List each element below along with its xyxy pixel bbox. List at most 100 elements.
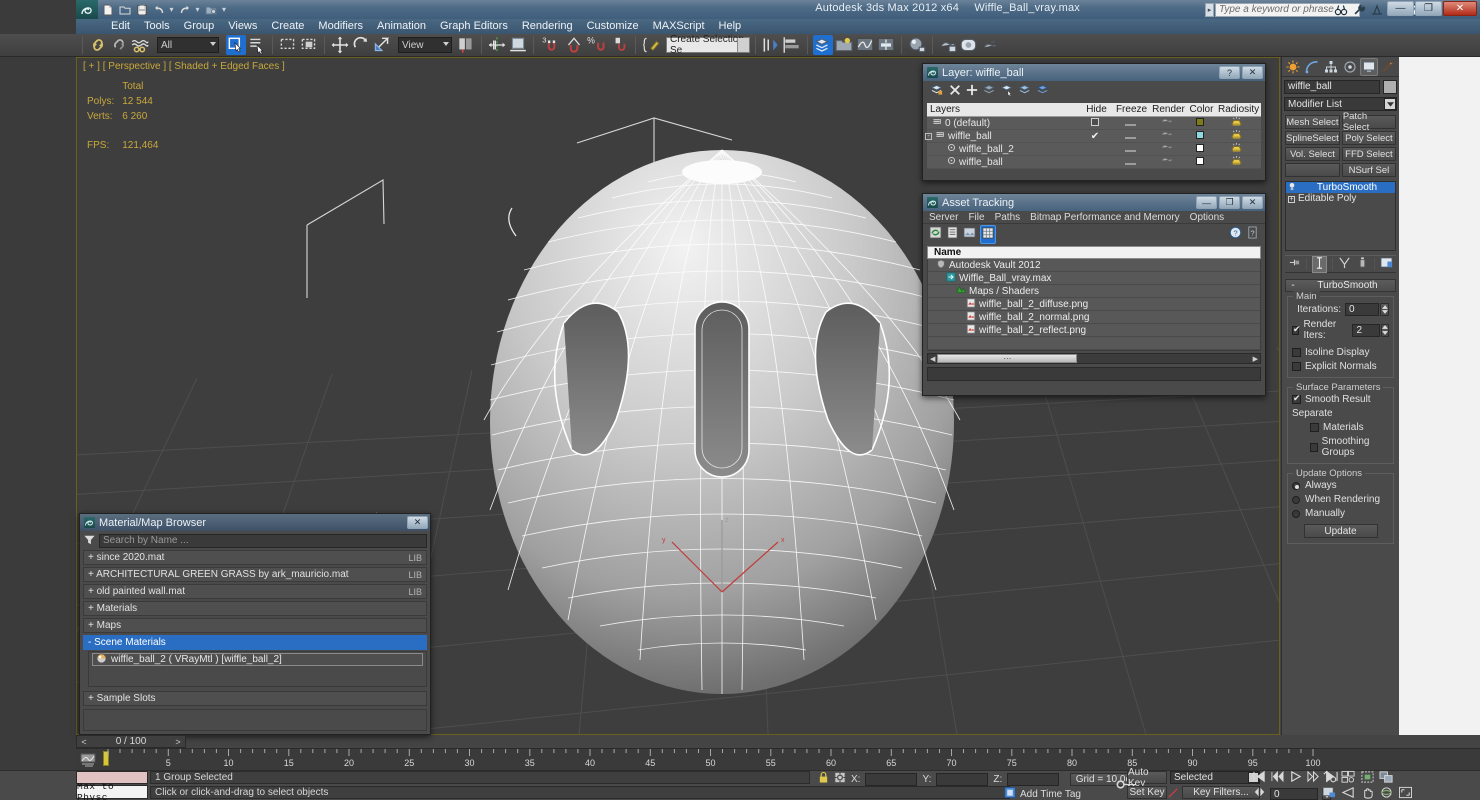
subscription-icon[interactable] <box>1370 2 1384 17</box>
make-unique-icon[interactable] <box>1338 256 1351 272</box>
menu-item-help[interactable]: Help <box>712 19 749 34</box>
layer-hide-toggle[interactable] <box>1079 117 1111 129</box>
layer-radiosity-toggle[interactable] <box>1215 129 1257 143</box>
menu-item-group[interactable]: Group <box>177 19 222 34</box>
scene-materials-panel[interactable]: wiffle_ball_2 ( VRayMtl ) [wiffle_ball_2… <box>88 651 427 687</box>
asset-menu-options[interactable]: Options <box>1190 212 1224 223</box>
chevron-down-icon[interactable] <box>1384 98 1396 110</box>
selection-filter-dropdown[interactable]: All <box>157 37 219 53</box>
angle-snap-icon[interactable] <box>564 35 584 55</box>
z-coordinate-input[interactable] <box>1007 772 1060 786</box>
layer-radiosity-toggle[interactable] <box>1215 116 1257 130</box>
object-name-row[interactable]: wiffle_ball <box>1284 80 1397 94</box>
explicit-normals-checkbox[interactable] <box>1292 362 1301 371</box>
refresh-icon[interactable] <box>929 226 942 242</box>
update-always-radio[interactable] <box>1292 481 1300 490</box>
hide-unhide-icon[interactable] <box>1036 83 1050 99</box>
turbosmooth-rollout[interactable]: - TurboSmooth Main Iterations: 0 Render … <box>1285 279 1396 544</box>
select-link-icon[interactable] <box>88 35 108 55</box>
smooth-result-checkbox[interactable] <box>1292 393 1301 404</box>
minimize-button[interactable]: — <box>1387 1 1414 16</box>
select-highlighted-icon[interactable] <box>1000 83 1014 99</box>
add-time-tag-label[interactable]: Add Time Tag <box>1020 789 1081 800</box>
layer-radiosity-toggle[interactable] <box>1215 142 1257 156</box>
curve-editor-icon[interactable] <box>855 35 875 55</box>
material-group-row[interactable]: + since 2020.mat LIB <box>83 550 427 565</box>
layer-color-swatch[interactable] <box>1185 143 1215 155</box>
select-by-name-icon[interactable] <box>247 35 267 55</box>
window-buttons[interactable]: — ❐ ✕ <box>1387 1 1477 16</box>
select-scale-icon[interactable] <box>372 35 392 55</box>
render-preview-icon[interactable] <box>1322 786 1337 800</box>
render-iters-checkbox[interactable] <box>1292 324 1301 335</box>
scroll-right-icon[interactable]: ▶ <box>1253 355 1260 363</box>
next-frame-arrow[interactable]: > <box>171 737 185 747</box>
chevron-down-icon[interactable] <box>737 38 749 52</box>
prev-frame-arrow[interactable]: < <box>77 737 91 747</box>
material-map-browser[interactable]: Material/Map Browser ✕ Search by Name ..… <box>79 513 431 735</box>
viewport-nav-bottom[interactable] <box>1322 786 1413 800</box>
layer-row[interactable]: - wiffle_ball ✔ <box>925 129 1261 143</box>
material-group-row[interactable]: - Scene Materials <box>83 635 427 650</box>
modifier-set-poly-select[interactable]: Poly Select <box>1341 131 1396 145</box>
material-search-input[interactable]: Search by Name ... <box>99 534 427 548</box>
highlight-selected-icon[interactable] <box>1018 83 1032 99</box>
isoline-display-checkbox[interactable] <box>1292 348 1301 357</box>
asset-toolbar[interactable]: ? ? <box>923 224 1265 244</box>
material-group-row[interactable]: + ARCHITECTURAL GREEN GRASS by ark_mauri… <box>83 567 427 582</box>
menu-item-tools[interactable]: Tools <box>137 19 177 34</box>
play-icon[interactable] <box>1288 770 1303 786</box>
search-dropdown-icon[interactable]: ▸ <box>1205 3 1214 17</box>
layer-freeze-toggle[interactable] <box>1111 157 1149 168</box>
zoom-region-icon[interactable] <box>1379 770 1394 787</box>
modifier-stack-item[interactable]: + Editable Poly <box>1286 193 1395 204</box>
layer-hide-toggle[interactable]: ✔ <box>1079 131 1111 142</box>
go-to-start-icon[interactable] <box>1252 770 1267 786</box>
render-iters-input[interactable]: 2 <box>1352 323 1380 337</box>
asset-menu-file[interactable]: File <box>968 212 984 223</box>
list-view-icon[interactable] <box>946 226 959 242</box>
layer-row[interactable]: wiffle_ball_2 <box>927 142 1261 156</box>
modifier-set-mesh-select[interactable]: Mesh Select <box>1285 115 1340 129</box>
current-frame-input[interactable]: 0 <box>1270 787 1318 800</box>
unlink-icon[interactable] <box>109 35 129 55</box>
zoom-extents-icon[interactable] <box>1360 770 1375 787</box>
update-when-rendering-radio[interactable] <box>1292 495 1300 504</box>
layer-row-name[interactable]: 0 (default) <box>927 117 1079 129</box>
pin-stack-icon[interactable] <box>1288 256 1301 272</box>
command-panel[interactable]: wiffle_ball Modifier List Mesh Select Pat… <box>1281 57 1399 735</box>
key-controls[interactable]: Auto Key Set Key <box>1127 767 1167 799</box>
layer-list[interactable]: 0 (default) - wiffle_ball ✔ wiffle_ball_2 wif… <box>925 116 1261 169</box>
spinner-snap-icon[interactable] <box>610 35 630 55</box>
layer-row-name[interactable]: wiffle_ball_2 <box>927 143 1079 155</box>
field-of-view-icon[interactable] <box>1341 786 1356 800</box>
layer-radiosity-toggle[interactable] <box>1215 155 1257 169</box>
whats-this-icon[interactable]: ? <box>1246 226 1259 242</box>
asset-row[interactable]: Wiffle_Ball_vray.max <box>928 271 1260 285</box>
layer-close-button[interactable]: ✕ <box>1242 66 1263 79</box>
scroll-left-icon[interactable]: ◀ <box>928 355 935 363</box>
modifier-set-patch-select[interactable]: Patch Select <box>1341 111 1396 133</box>
layer-row-name[interactable]: wiffle_ball <box>927 156 1079 168</box>
separate-materials-checkbox[interactable] <box>1310 423 1319 432</box>
modifier-stack-item[interactable]: TurboSmooth <box>1286 182 1395 193</box>
add-selection-icon[interactable] <box>966 84 978 99</box>
iterations-input[interactable]: 0 <box>1345 303 1379 316</box>
render-production-icon[interactable] <box>980 35 1000 55</box>
layer-toolbar[interactable] <box>923 81 1265 101</box>
asset-list[interactable]: Autodesk Vault 2012 Wiffle_Ball_vray.max M… <box>927 258 1261 351</box>
key-filters-button[interactable]: Key Filters... <box>1182 786 1260 799</box>
rollout-collapse-icon[interactable]: - <box>1286 280 1300 291</box>
select-objects-icon[interactable] <box>983 83 996 99</box>
menu-item-edit[interactable]: Edit <box>104 19 137 34</box>
asset-menu-server[interactable]: Server <box>929 212 958 223</box>
asset-row[interactable]: Autodesk Vault 2012 <box>928 258 1260 272</box>
scene-material-item[interactable]: wiffle_ball_2 ( VRayMtl ) [wiffle_ball_2… <box>92 652 423 666</box>
key-filters-toggle-icon[interactable] <box>1166 786 1180 799</box>
menu-item-animation[interactable]: Animation <box>370 19 433 34</box>
modifier-set-nsurf-sel[interactable]: NSurf Sel <box>1341 163 1396 177</box>
help-icon[interactable]: ? <box>1229 226 1242 242</box>
pivot-center-icon[interactable] <box>456 35 476 55</box>
show-end-result-icon[interactable] <box>1312 255 1327 273</box>
layer-color-swatch[interactable] <box>1185 130 1215 142</box>
